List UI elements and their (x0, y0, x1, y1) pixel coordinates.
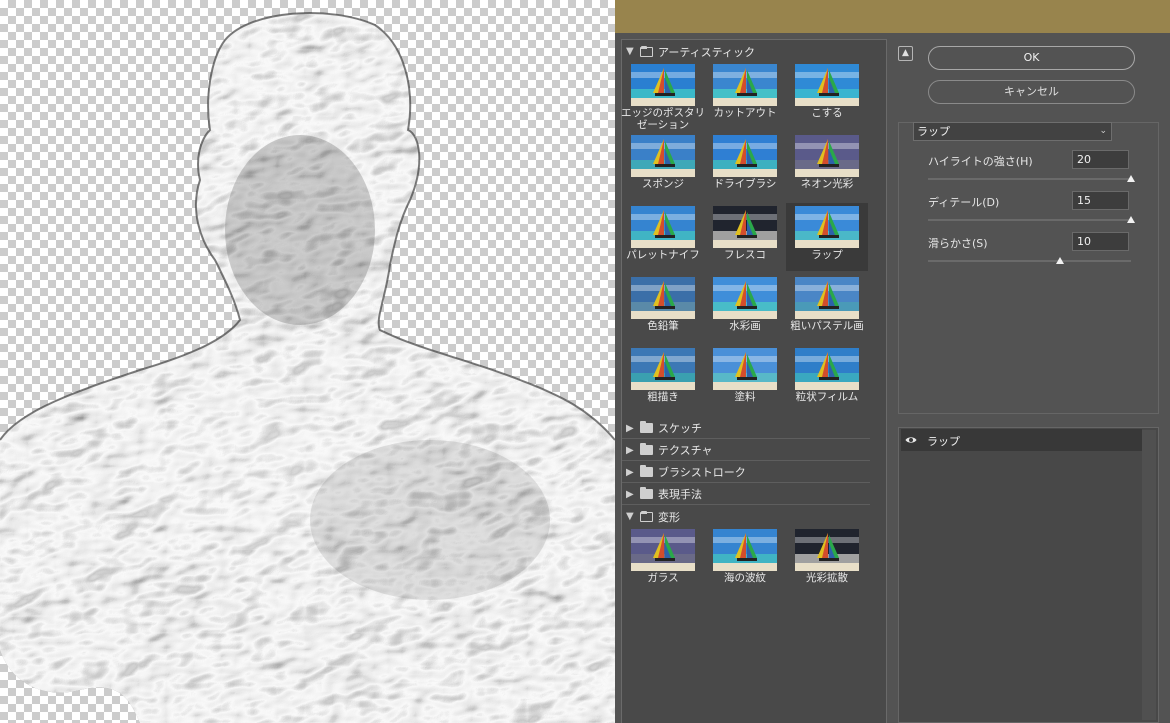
filter-select-value: ラップ (917, 125, 950, 138)
highlight-strength-input[interactable]: 20 (1072, 150, 1129, 169)
detail-slider-handle[interactable] (1127, 216, 1135, 223)
filter-thumbnail[interactable]: こする (786, 61, 868, 129)
category-artistic[interactable]: ▼ アーティスティック (622, 41, 870, 62)
category-distort[interactable]: ▼ 変形 (622, 506, 870, 527)
collapse-triangle-icon: ▶ (626, 466, 634, 478)
filter-thumbnail-label: スポンジ (642, 178, 684, 190)
expand-triangle-icon: ▼ (626, 511, 634, 522)
filter-thumbnail[interactable]: 水彩画 (704, 274, 786, 342)
filter-thumbnail-image (713, 348, 777, 390)
filter-thumbnail-label: 水彩画 (729, 320, 761, 332)
filter-thumbnail-image (713, 135, 777, 177)
detail-slider[interactable] (928, 219, 1131, 221)
effect-layer-row[interactable]: ラップ (901, 429, 1142, 451)
folder-icon (640, 487, 653, 499)
filter-thumbnail[interactable]: 塗料 (704, 345, 786, 413)
filter-thumbnail-label: 塗料 (734, 391, 756, 403)
filter-thumbnail-label: フレスコ (724, 249, 766, 261)
filter-thumbnail[interactable]: ドライブラシ (704, 132, 786, 200)
cancel-button[interactable]: キャンセル (928, 80, 1135, 104)
folder-icon (640, 465, 653, 477)
filter-thumbnail-image (631, 64, 695, 106)
filter-thumbnail[interactable]: スポンジ (622, 132, 704, 200)
filter-thumbnail-image (713, 277, 777, 319)
filter-thumbnail[interactable]: カットアウト (704, 61, 786, 129)
folder-open-icon (640, 45, 653, 57)
collapse-triangle-icon: ▶ (626, 422, 634, 434)
filter-thumbnail-image (795, 64, 859, 106)
category-stylize[interactable]: ▶ 表現手法 (622, 484, 870, 505)
category-brush-strokes[interactable]: ▶ ブラシストローク (622, 462, 870, 483)
collapse-gallery-button[interactable]: ▲ (898, 46, 913, 61)
category-sketch[interactable]: ▶ スケッチ (622, 418, 870, 439)
filter-thumbnail[interactable]: 光彩拡散 (786, 526, 868, 594)
expand-triangle-icon: ▼ (626, 46, 634, 57)
filter-preview-canvas[interactable] (0, 0, 615, 723)
filter-thumbnail-label: カットアウト (713, 107, 777, 119)
layers-scrollbar[interactable] (1142, 430, 1156, 720)
folder-icon (640, 443, 653, 455)
eye-icon[interactable] (905, 434, 917, 446)
category-texture[interactable]: ▶ テクスチャ (622, 440, 870, 461)
filter-thumbnail[interactable]: 粗描き (622, 345, 704, 413)
filter-thumbnail[interactable]: エッジのポスタリゼーション (621, 61, 705, 131)
filter-thumbnail-image (631, 277, 695, 319)
filter-thumbnail-label: 光彩拡散 (806, 572, 848, 584)
folder-icon (640, 421, 653, 433)
filter-thumbnail-image (713, 64, 777, 106)
chevron-down-icon: ⌄ (1099, 126, 1107, 136)
smoothness-slider[interactable] (928, 260, 1131, 262)
filter-thumbnail-label: 粗いパステル画 (790, 320, 864, 332)
collapse-triangle-icon: ▶ (626, 488, 634, 500)
filter-thumbnail-image (795, 529, 859, 571)
filter-thumbnail[interactable]: フレスコ (704, 203, 786, 271)
highlight-strength-slider-handle[interactable] (1127, 175, 1135, 182)
filter-thumbnail-image (713, 529, 777, 571)
filter-thumbnail-image (795, 135, 859, 177)
effect-layers-panel (898, 427, 1159, 723)
highlight-strength-slider[interactable] (928, 178, 1131, 180)
filter-select[interactable]: ラップ ⌄ (913, 122, 1112, 141)
effect-layer-name: ラップ (927, 435, 960, 448)
filter-thumbnail[interactable]: 粗いパステル画 (786, 274, 868, 342)
filter-thumbnail[interactable]: ネオン光彩 (786, 132, 868, 200)
ok-button[interactable]: OK (928, 46, 1135, 70)
detail-input[interactable]: 15 (1072, 191, 1129, 210)
filter-thumbnail-label: ガラス (647, 572, 679, 584)
filter-thumbnail-image (631, 348, 695, 390)
filter-thumbnail[interactable]: パレットナイフ (622, 203, 704, 271)
filter-thumbnail-image (795, 206, 859, 248)
preview-image (0, 12, 615, 723)
filter-thumbnail-image (795, 277, 859, 319)
filter-thumbnail-image (631, 135, 695, 177)
filter-thumbnail-label: ドライブラシ (713, 178, 777, 190)
filter-thumbnail-image (631, 529, 695, 571)
folder-open-icon (640, 510, 653, 522)
smoothness-label: 滑らかさ(S) (928, 237, 988, 250)
collapse-triangle-icon: ▶ (626, 444, 634, 456)
filter-thumbnail-label: 色鉛筆 (647, 320, 679, 332)
filter-thumbnail-label: 海の波紋 (724, 572, 766, 584)
filter-thumbnail[interactable]: 色鉛筆 (622, 274, 704, 342)
highlight-strength-label: ハイライトの強さ(H) (928, 155, 1033, 168)
filter-thumbnail-image (631, 206, 695, 248)
filter-thumbnail[interactable]: ラップ (786, 203, 868, 271)
detail-label: ディテール(D) (928, 196, 1000, 209)
smoothness-input[interactable]: 10 (1072, 232, 1129, 251)
filter-thumbnail[interactable]: 海の波紋 (704, 526, 786, 594)
filter-thumbnail[interactable]: 粒状フィルム (786, 345, 868, 413)
filter-thumbnail-label: ネオン光彩 (800, 178, 854, 190)
filter-thumbnail-label: パレットナイフ (626, 249, 700, 261)
filter-thumbnail-image (713, 206, 777, 248)
smoothness-slider-handle[interactable] (1056, 257, 1064, 264)
filter-thumbnail-label: ラップ (811, 249, 843, 261)
filter-thumbnail-label: エッジのポスタリゼーション (621, 107, 705, 131)
filter-thumbnail-label: 粗描き (647, 391, 679, 403)
filter-thumbnail[interactable]: ガラス (622, 526, 704, 594)
filter-thumbnail-image (795, 348, 859, 390)
filter-thumbnail-label: 粒状フィルム (795, 391, 859, 403)
filter-thumbnail-label: こする (811, 107, 843, 119)
dialog-title-bar (615, 0, 1170, 33)
